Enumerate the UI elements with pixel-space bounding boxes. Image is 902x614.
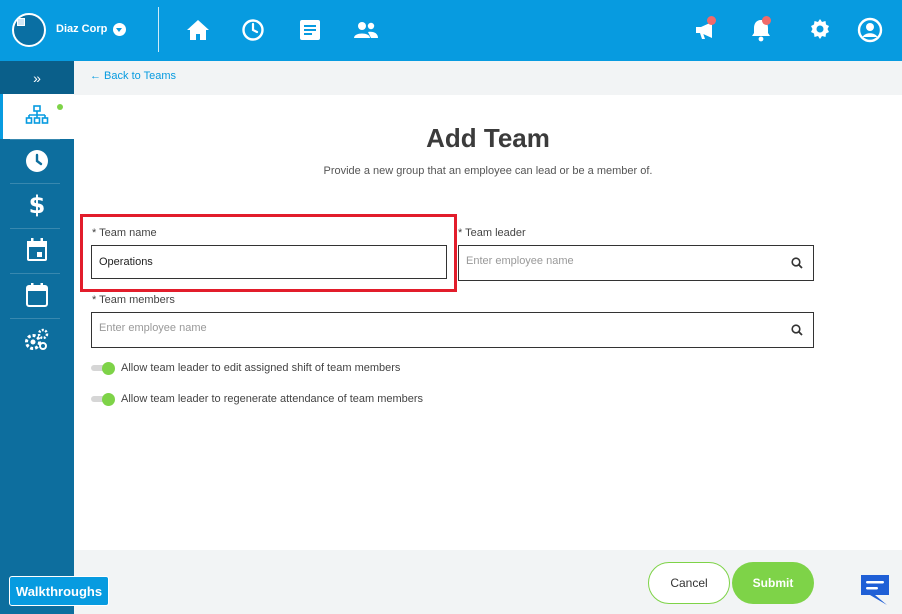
divider xyxy=(10,183,60,184)
team-leader-input[interactable]: Enter employee name xyxy=(458,245,814,281)
svg-text:$: $ xyxy=(29,192,46,218)
people-icon[interactable] xyxy=(353,17,379,43)
cancel-button[interactable]: Cancel xyxy=(648,562,730,604)
sidebar: » $ xyxy=(0,61,74,614)
company-name[interactable]: Diaz Corp xyxy=(56,23,107,35)
regenerate-attendance-toggle[interactable] xyxy=(91,393,117,406)
notification-dot xyxy=(762,16,771,25)
clock-icon[interactable] xyxy=(240,17,266,43)
edit-shift-toggle-label: Allow team leader to edit assigned shift… xyxy=(121,362,401,374)
gear-icon[interactable] xyxy=(807,17,833,43)
dollar-icon[interactable]: $ xyxy=(24,192,50,218)
status-dot xyxy=(57,104,63,110)
user-icon[interactable] xyxy=(857,17,883,43)
back-to-teams-link[interactable]: ← Back to Teams xyxy=(90,70,176,82)
divider xyxy=(10,139,60,140)
submit-button[interactable]: Submit xyxy=(732,562,814,604)
sidebar-collapse-button[interactable]: » xyxy=(0,61,74,94)
org-chart-icon[interactable] xyxy=(24,103,50,129)
regenerate-attendance-toggle-label: Allow team leader to regenerate attendan… xyxy=(121,393,424,405)
bell-icon[interactable] xyxy=(748,16,774,43)
divider xyxy=(10,228,60,229)
document-icon[interactable] xyxy=(297,17,323,43)
search-icon[interactable] xyxy=(791,257,803,269)
divider xyxy=(158,7,159,52)
settings-gears-icon[interactable] xyxy=(24,327,50,353)
page-subtitle: Provide a new group that an employee can… xyxy=(323,165,653,177)
team-name-input[interactable]: Operations xyxy=(91,245,447,279)
walkthroughs-button[interactable]: Walkthroughs xyxy=(9,576,109,606)
company-logo[interactable] xyxy=(12,13,46,47)
calendar-icon[interactable] xyxy=(24,282,50,308)
divider xyxy=(10,273,60,274)
divider xyxy=(10,318,60,319)
chevron-down-icon[interactable] xyxy=(113,23,126,36)
clock-icon[interactable] xyxy=(24,148,50,174)
edit-shift-toggle[interactable] xyxy=(91,362,117,375)
top-navigation-bar: Diaz Corp xyxy=(0,0,902,61)
megaphone-icon[interactable] xyxy=(693,16,719,43)
team-name-label: * Team name xyxy=(92,227,157,239)
page-title: Add Team xyxy=(426,123,550,153)
team-members-label: * Team members xyxy=(92,294,175,306)
team-members-input[interactable]: Enter employee name xyxy=(91,312,814,348)
add-team-panel: Add Team Provide a new group that an emp… xyxy=(74,95,902,550)
home-icon[interactable] xyxy=(185,17,211,43)
team-leader-label: * Team leader xyxy=(458,227,526,239)
search-icon[interactable] xyxy=(791,324,803,336)
calendar-event-icon[interactable] xyxy=(24,237,50,263)
team-members-placeholder: Enter employee name xyxy=(99,322,207,334)
chat-icon[interactable] xyxy=(857,571,893,607)
notification-dot xyxy=(707,16,716,25)
team-leader-placeholder: Enter employee name xyxy=(466,255,574,267)
